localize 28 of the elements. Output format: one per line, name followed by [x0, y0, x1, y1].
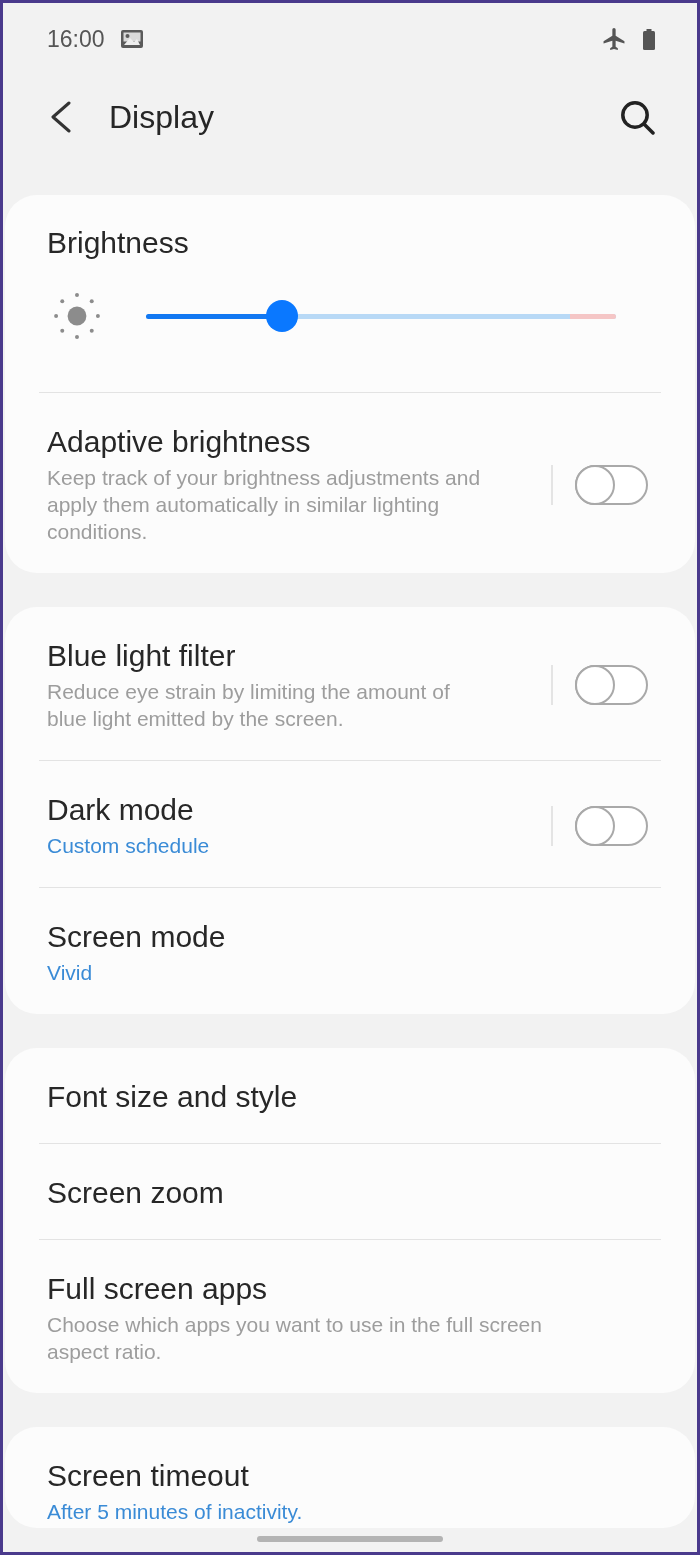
setting-description: Keep track of your brightness adjustments and apply them automatically in similar lighting conditions. [47, 465, 482, 545]
slider-thumb[interactable] [266, 300, 299, 332]
battery-icon [643, 28, 655, 50]
search-icon[interactable] [620, 99, 655, 135]
toggle-switch[interactable] [575, 464, 648, 505]
airplane-icon [603, 28, 625, 50]
toggle-switch[interactable] [575, 665, 648, 705]
image-icon [120, 30, 143, 48]
setting-value: Vivid [47, 960, 93, 986]
setting-title[interactable]: Dark mode [47, 792, 194, 828]
setting-title[interactable]: Full screen apps [47, 1271, 268, 1307]
setting-title[interactable]: Adaptive brightness [47, 424, 311, 460]
toggle-switch[interactable] [575, 805, 648, 846]
slider-track[interactable] [146, 300, 616, 332]
setting-description: Reduce eye strain by limiting the amount of blue light emitted by the screen. [47, 679, 451, 732]
setting-value: After 5 minutes of inactivity. [47, 1499, 303, 1525]
setting-title[interactable]: Blue light filter [47, 638, 236, 674]
setting-description: Choose which apps you want to use in the full screen aspect ratio. [47, 1312, 543, 1365]
setting-title[interactable]: Screen zoom [47, 1175, 224, 1211]
setting-value: Custom schedule [47, 833, 210, 859]
status-time: 16:00 [47, 26, 105, 52]
setting-title[interactable]: Screen mode [47, 919, 226, 955]
setting-title[interactable]: Font size and style [47, 1079, 298, 1115]
back-icon[interactable] [50, 101, 72, 133]
page-title: Display [109, 98, 214, 136]
brightness-sun-icon [54, 293, 100, 339]
setting-title[interactable]: Screen timeout [47, 1458, 249, 1494]
setting-title: Brightness [47, 225, 189, 261]
